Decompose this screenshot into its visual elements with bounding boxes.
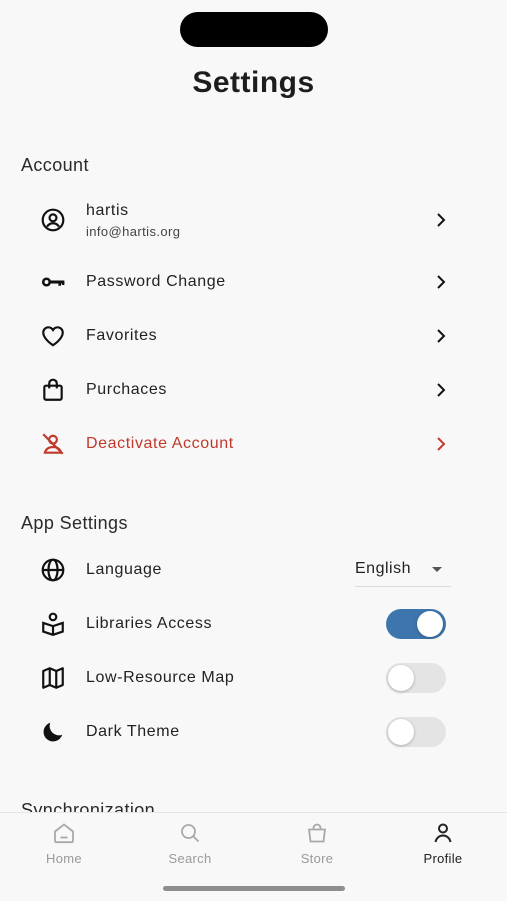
section-title-account: Account — [21, 155, 89, 175]
map-icon — [38, 663, 68, 693]
page-title: Settings — [192, 66, 315, 99]
store-bag-icon — [307, 823, 327, 843]
password-change-label: Password Change — [86, 273, 226, 290]
dark-theme-label: Dark Theme — [86, 723, 180, 740]
reading-book-icon — [38, 609, 68, 639]
user-circle-icon — [38, 205, 68, 235]
purchases-label: Purchaces — [86, 381, 167, 398]
purchases-row[interactable]: Purchaces — [0, 363, 507, 417]
chevron-right-icon — [437, 275, 446, 289]
language-value: English — [355, 560, 411, 577]
chevron-right-icon — [437, 383, 446, 397]
tab-profile-label: Profile — [423, 851, 463, 866]
deactivate-account-row[interactable]: Deactivate Account — [0, 417, 507, 471]
user-off-icon — [38, 429, 68, 459]
tab-home[interactable]: Home — [19, 821, 109, 871]
account-username: hartis — [86, 202, 129, 219]
tab-search[interactable]: Search — [145, 821, 235, 871]
account-email: info@hartis.org — [86, 224, 181, 239]
chevron-right-icon — [437, 213, 446, 227]
tab-store-label: Store — [300, 851, 334, 866]
favorites-row[interactable]: Favorites — [0, 309, 507, 363]
tab-search-label: Search — [168, 851, 212, 866]
tab-home-label: Home — [46, 851, 82, 866]
low-resource-map-row: Low-Resource Map — [0, 651, 507, 705]
libraries-access-label: Libraries Access — [86, 615, 213, 632]
toggle-knob — [388, 665, 414, 691]
libraries-access-row: Libraries Access — [0, 597, 507, 651]
device-notch — [180, 12, 328, 47]
globe-icon — [38, 555, 68, 585]
chevron-right-icon — [437, 437, 446, 451]
key-icon — [38, 267, 68, 297]
chevron-right-icon — [437, 329, 446, 343]
account-profile-row[interactable]: hartis info@hartis.org — [0, 193, 507, 247]
moon-icon — [38, 717, 68, 747]
dark-theme-toggle[interactable] — [386, 717, 446, 747]
shopping-bag-icon — [38, 375, 68, 405]
language-label: Language — [86, 561, 162, 578]
toggle-knob — [417, 611, 443, 637]
language-row: Language English — [0, 543, 507, 597]
low-resource-map-toggle[interactable] — [386, 663, 446, 693]
heart-icon — [38, 321, 68, 351]
profile-icon — [434, 823, 452, 843]
deactivate-account-label: Deactivate Account — [86, 435, 234, 452]
password-change-row[interactable]: Password Change — [0, 255, 507, 309]
dark-theme-row: Dark Theme — [0, 705, 507, 759]
home-icon — [54, 823, 74, 844]
section-title-app-settings: App Settings — [21, 513, 128, 533]
low-resource-map-label: Low-Resource Map — [86, 669, 235, 686]
tab-profile[interactable]: Profile — [398, 821, 488, 871]
libraries-access-toggle[interactable] — [386, 609, 446, 639]
home-indicator — [163, 886, 345, 891]
tab-store[interactable]: Store — [272, 821, 362, 871]
toggle-knob — [388, 719, 414, 745]
search-icon — [181, 824, 200, 843]
language-select[interactable]: English — [355, 556, 451, 587]
favorites-label: Favorites — [86, 327, 158, 344]
dropdown-caret-icon — [432, 567, 442, 572]
